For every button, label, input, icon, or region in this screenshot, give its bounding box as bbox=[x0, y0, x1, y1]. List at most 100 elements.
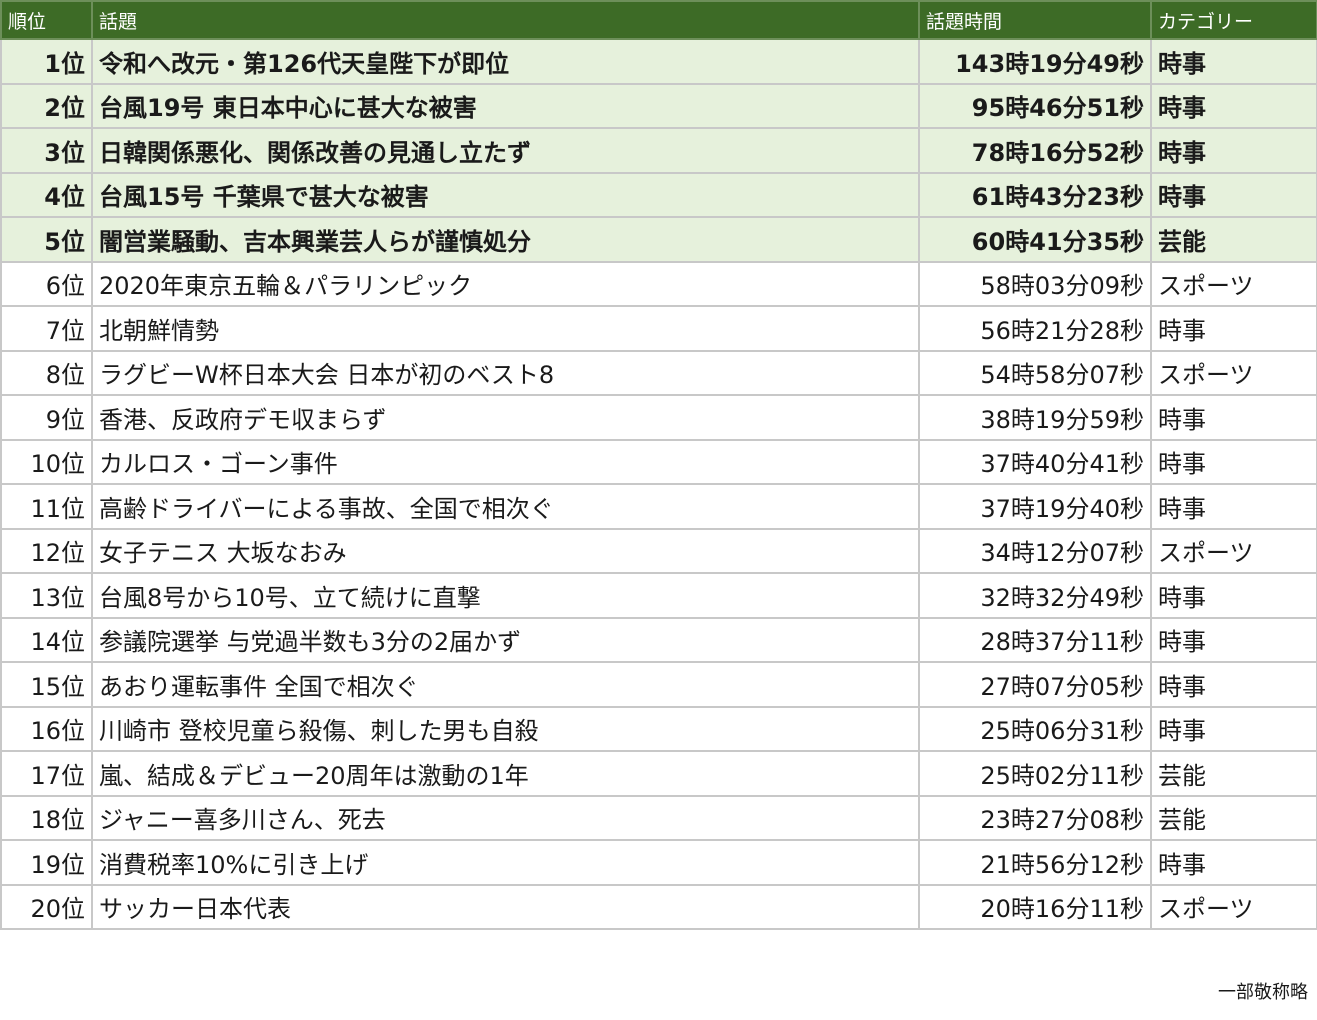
topic-cell: 日韓関係悪化、関係改善の見通し立たず bbox=[91, 127, 920, 174]
topic-cell: あおり運転事件 全国で相次ぐ bbox=[91, 661, 920, 708]
table-row: 4位 台風15号 千葉県で甚大な被害 61時43分23秒 時事 bbox=[0, 171, 1317, 218]
topic-cell: サッカー日本代表 bbox=[91, 883, 920, 930]
time-cell: 38時19分59秒 bbox=[918, 394, 1152, 441]
time-cell: 54時58分07秒 bbox=[918, 349, 1152, 396]
table-row: 7位 北朝鮮情勢 56時21分28秒 時事 bbox=[0, 305, 1317, 352]
table-row: 16位 川崎市 登校児童ら殺傷、刺した男も自殺 25時06分31秒 時事 bbox=[0, 705, 1317, 752]
time-cell: 23時27分08秒 bbox=[918, 794, 1152, 841]
table-row: 8位 ラグビーW杯日本大会 日本が初のベスト8 54時58分07秒 スポーツ bbox=[0, 349, 1317, 396]
table-row: 20位 サッカー日本代表 20時16分11秒 スポーツ bbox=[0, 883, 1317, 930]
time-cell: 61時43分23秒 bbox=[918, 171, 1152, 218]
time-cell: 27時07分05秒 bbox=[918, 661, 1152, 708]
category-cell: 時事 bbox=[1150, 38, 1317, 85]
table-row: 15位 あおり運転事件 全国で相次ぐ 27時07分05秒 時事 bbox=[0, 661, 1317, 708]
category-cell: スポーツ bbox=[1150, 527, 1317, 574]
category-cell: 時事 bbox=[1150, 839, 1317, 886]
table-row: 14位 参議院選挙 与党過半数も3分の2届かず 28時37分11秒 時事 bbox=[0, 616, 1317, 663]
rank-cell: 9位 bbox=[0, 394, 93, 441]
rank-cell: 5位 bbox=[0, 216, 93, 263]
topic-cell: 台風19号 東日本中心に甚大な被害 bbox=[91, 82, 920, 129]
topic-cell: 消費税率10%に引き上げ bbox=[91, 839, 920, 886]
topic-cell: 女子テニス 大坂なおみ bbox=[91, 527, 920, 574]
time-cell: 56時21分28秒 bbox=[918, 305, 1152, 352]
topic-cell: 台風15号 千葉県で甚大な被害 bbox=[91, 171, 920, 218]
table-row: 13位 台風8号から10号、立て続けに直撃 32時32分49秒 時事 bbox=[0, 572, 1317, 619]
table-row: 5位 闇営業騒動、吉本興業芸人らが謹慎処分 60時41分35秒 芸能 bbox=[0, 216, 1317, 263]
category-cell: 時事 bbox=[1150, 82, 1317, 129]
time-cell: 58時03分09秒 bbox=[918, 260, 1152, 307]
time-cell: 95時46分51秒 bbox=[918, 82, 1152, 129]
header-category: カテゴリー bbox=[1150, 0, 1317, 40]
time-cell: 143時19分49秒 bbox=[918, 38, 1152, 85]
time-cell: 60時41分35秒 bbox=[918, 216, 1152, 263]
topic-cell: ラグビーW杯日本大会 日本が初のベスト8 bbox=[91, 349, 920, 396]
topic-cell: 高齢ドライバーによる事故、全国で相次ぐ bbox=[91, 483, 920, 530]
topic-cell: 参議院選挙 与党過半数も3分の2届かず bbox=[91, 616, 920, 663]
table-body: 1位 令和へ改元・第126代天皇陛下が即位 143時19分49秒 時事 2位 台風19号 … bbox=[0, 38, 1317, 930]
rank-cell: 20位 bbox=[0, 883, 93, 930]
category-cell: 時事 bbox=[1150, 394, 1317, 441]
header-topic: 話題 bbox=[91, 0, 920, 40]
time-cell: 21時56分12秒 bbox=[918, 839, 1152, 886]
rank-cell: 19位 bbox=[0, 839, 93, 886]
footnote: 一部敬称略 bbox=[1218, 982, 1308, 1003]
header-time: 話題時間 bbox=[918, 0, 1152, 40]
rank-cell: 1位 bbox=[0, 38, 93, 85]
table-row: 1位 令和へ改元・第126代天皇陛下が即位 143時19分49秒 時事 bbox=[0, 38, 1317, 85]
rank-cell: 10位 bbox=[0, 438, 93, 485]
time-cell: 37時40分41秒 bbox=[918, 438, 1152, 485]
time-cell: 32時32分49秒 bbox=[918, 572, 1152, 619]
category-cell: 時事 bbox=[1150, 127, 1317, 174]
rank-cell: 17位 bbox=[0, 750, 93, 797]
topic-cell: 闇営業騒動、吉本興業芸人らが謹慎処分 bbox=[91, 216, 920, 263]
topic-cell: 北朝鮮情勢 bbox=[91, 305, 920, 352]
header-row: 順位 話題 話題時間 カテゴリー bbox=[0, 0, 1317, 40]
category-cell: 時事 bbox=[1150, 572, 1317, 619]
category-cell: 芸能 bbox=[1150, 794, 1317, 841]
rank-cell: 8位 bbox=[0, 349, 93, 396]
category-cell: 時事 bbox=[1150, 438, 1317, 485]
category-cell: 時事 bbox=[1150, 171, 1317, 218]
table-row: 9位 香港、反政府デモ収まらず 38時19分59秒 時事 bbox=[0, 394, 1317, 441]
time-cell: 25時06分31秒 bbox=[918, 705, 1152, 752]
time-cell: 28時37分11秒 bbox=[918, 616, 1152, 663]
table-row: 3位 日韓関係悪化、関係改善の見通し立たず 78時16分52秒 時事 bbox=[0, 127, 1317, 174]
topic-cell: 台風8号から10号、立て続けに直撃 bbox=[91, 572, 920, 619]
rank-cell: 14位 bbox=[0, 616, 93, 663]
table-row: 2位 台風19号 東日本中心に甚大な被害 95時46分51秒 時事 bbox=[0, 82, 1317, 129]
table-row: 12位 女子テニス 大坂なおみ 34時12分07秒 スポーツ bbox=[0, 527, 1317, 574]
rank-cell: 18位 bbox=[0, 794, 93, 841]
category-cell: 時事 bbox=[1150, 705, 1317, 752]
rank-cell: 3位 bbox=[0, 127, 93, 174]
table-row: 11位 高齢ドライバーによる事故、全国で相次ぐ 37時19分40秒 時事 bbox=[0, 483, 1317, 530]
topic-cell: 川崎市 登校児童ら殺傷、刺した男も自殺 bbox=[91, 705, 920, 752]
category-cell: 芸能 bbox=[1150, 750, 1317, 797]
table-row: 10位 カルロス・ゴーン事件 37時40分41秒 時事 bbox=[0, 438, 1317, 485]
rank-cell: 6位 bbox=[0, 260, 93, 307]
rank-cell: 13位 bbox=[0, 572, 93, 619]
topic-cell: 香港、反政府デモ収まらず bbox=[91, 394, 920, 441]
header-rank: 順位 bbox=[0, 0, 93, 40]
topic-cell: カルロス・ゴーン事件 bbox=[91, 438, 920, 485]
category-cell: 芸能 bbox=[1150, 216, 1317, 263]
topic-cell: ジャニー喜多川さん、死去 bbox=[91, 794, 920, 841]
ranking-table: 順位 話題 話題時間 カテゴリー 1位 令和へ改元・第126代天皇陛下が即位 143… bbox=[0, 0, 1317, 930]
table-row: 6位 2020年東京五輪＆パラリンピック 58時03分09秒 スポーツ bbox=[0, 260, 1317, 307]
rank-cell: 12位 bbox=[0, 527, 93, 574]
rank-cell: 4位 bbox=[0, 171, 93, 218]
time-cell: 78時16分52秒 bbox=[918, 127, 1152, 174]
category-cell: 時事 bbox=[1150, 305, 1317, 352]
time-cell: 34時12分07秒 bbox=[918, 527, 1152, 574]
time-cell: 25時02分11秒 bbox=[918, 750, 1152, 797]
category-cell: 時事 bbox=[1150, 616, 1317, 663]
category-cell: スポーツ bbox=[1150, 349, 1317, 396]
topic-cell: 嵐、結成＆デビュー20周年は激動の1年 bbox=[91, 750, 920, 797]
rank-cell: 7位 bbox=[0, 305, 93, 352]
topic-cell: 2020年東京五輪＆パラリンピック bbox=[91, 260, 920, 307]
table-header: 順位 話題 話題時間 カテゴリー bbox=[0, 0, 1317, 40]
category-cell: 時事 bbox=[1150, 661, 1317, 708]
category-cell: 時事 bbox=[1150, 483, 1317, 530]
category-cell: スポーツ bbox=[1150, 883, 1317, 930]
rank-cell: 15位 bbox=[0, 661, 93, 708]
table-row: 19位 消費税率10%に引き上げ 21時56分12秒 時事 bbox=[0, 839, 1317, 886]
